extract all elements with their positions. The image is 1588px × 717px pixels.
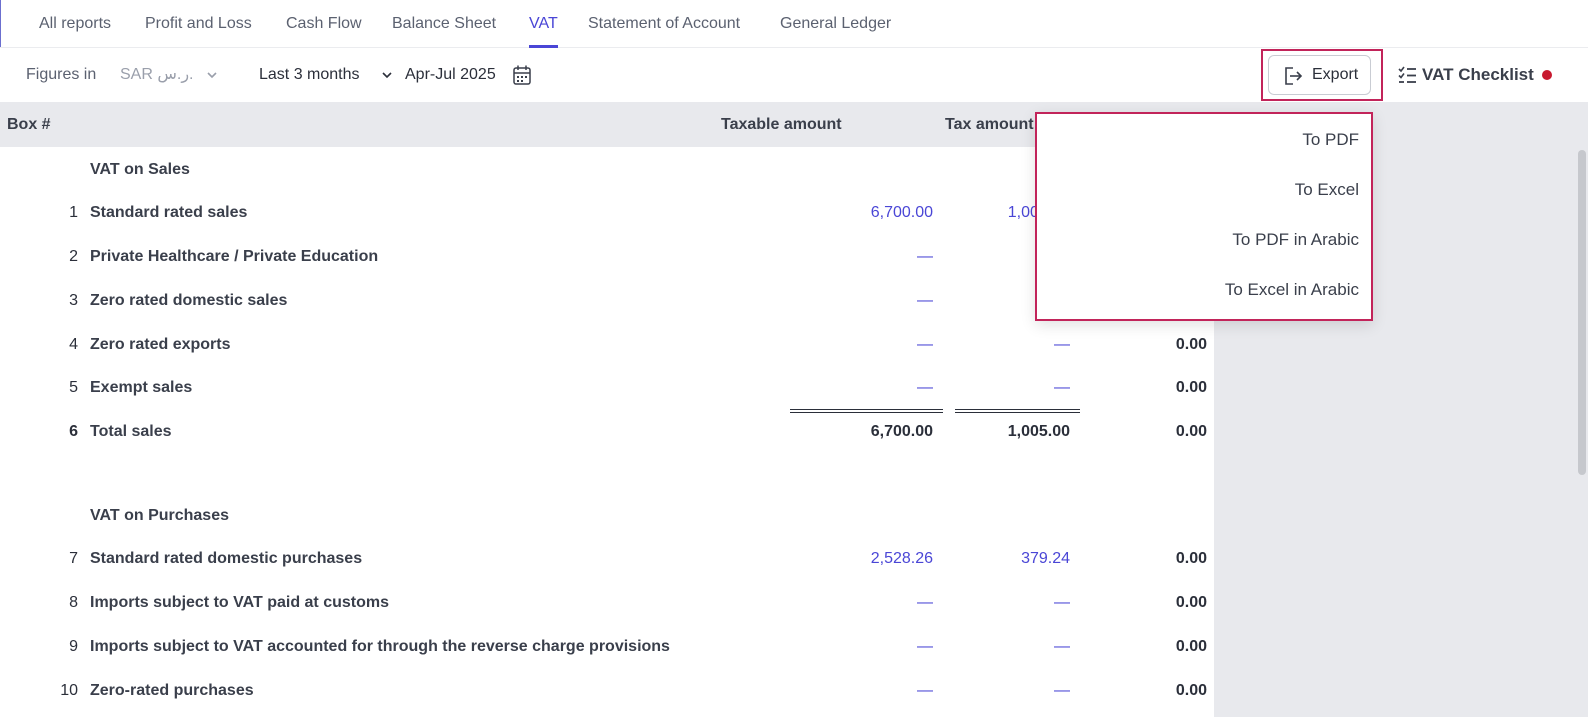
tab-all-reports[interactable]: All reports: [39, 0, 111, 48]
box-number: 7: [69, 550, 78, 567]
table-row: 2 Private Healthcare / Private Education…: [0, 235, 1214, 278]
row-description: Total sales: [90, 423, 172, 440]
table-row: 3 Zero rated domestic sales — —: [0, 279, 1214, 322]
box-number: 10: [60, 682, 78, 699]
export-to-excel[interactable]: To Excel: [1295, 165, 1359, 215]
tax-amount-link[interactable]: —: [945, 366, 1070, 409]
export-menu: To PDF To Excel To PDF in Arabic To Exce…: [1035, 112, 1373, 321]
scrollbar[interactable]: [1578, 150, 1586, 475]
taxable-amount-link[interactable]: —: [760, 323, 933, 366]
total-taxable-amount: 6,700.00: [870, 423, 933, 440]
date-range: Apr-Jul 2025: [405, 66, 496, 83]
taxable-amount-link[interactable]: —: [760, 625, 933, 668]
section-header-purchases: VAT on Purchases: [0, 494, 1214, 537]
row-description: Private Healthcare / Private Education: [90, 248, 379, 265]
report-tabs: All reports Profit and Loss Cash Flow Ba…: [0, 0, 1588, 48]
taxable-amount-link[interactable]: —: [760, 366, 933, 409]
adjustment-amount: 0.00: [1175, 379, 1207, 396]
table-header: Box # Taxable amount Tax amount: [0, 102, 1214, 147]
box-number: 1: [69, 204, 78, 221]
vat-checklist-label: VAT Checklist: [1422, 65, 1534, 84]
row-description: Exempt sales: [90, 379, 193, 396]
export-to-pdf-arabic[interactable]: To PDF in Arabic: [1232, 215, 1359, 265]
box-number: 6: [69, 423, 78, 440]
export-icon: [1285, 67, 1303, 85]
header-tax-amount: Tax amount: [945, 116, 1034, 133]
tab-vat[interactable]: VAT: [529, 0, 558, 48]
taxable-amount-link[interactable]: —: [760, 669, 933, 712]
alert-dot: [1542, 70, 1552, 80]
row-description: Standard rated domestic purchases: [90, 550, 363, 567]
box-number: 4: [69, 336, 78, 353]
taxable-amount-link[interactable]: 2,528.26: [760, 537, 933, 580]
taxable-amount-link[interactable]: 6,700.00: [760, 191, 933, 234]
box-number: 2: [69, 248, 78, 265]
header-box-number: Box #: [7, 116, 51, 133]
checklist-icon: [1398, 66, 1416, 83]
row-description: Zero rated exports: [90, 336, 231, 353]
box-number: 9: [69, 638, 78, 655]
table-row: 10 Zero-rated purchases — — 0.00: [0, 669, 1214, 712]
section-title: VAT on Purchases: [90, 507, 229, 524]
box-number: 3: [69, 292, 78, 309]
row-description: Imports subject to VAT accounted for thr…: [90, 638, 670, 655]
chevron-down-icon[interactable]: [206, 69, 218, 81]
table-row: 8 Imports subject to VAT paid at customs…: [0, 581, 1214, 624]
tax-amount-link[interactable]: —: [945, 323, 1070, 366]
header-taxable-amount: Taxable amount: [721, 116, 842, 133]
currency-select[interactable]: SAR ر.س.: [120, 48, 194, 102]
row-description: Zero rated domestic sales: [90, 292, 288, 309]
adjustment-amount: 0.00: [1175, 550, 1207, 567]
export-to-pdf[interactable]: To PDF: [1302, 115, 1359, 165]
row-description: Zero-rated purchases: [90, 682, 254, 699]
calendar-icon[interactable]: [512, 64, 532, 86]
adjustment-amount: 0.00: [1175, 336, 1207, 353]
section-title: VAT on Sales: [90, 161, 190, 178]
table-row: 9 Imports subject to VAT accounted for t…: [0, 625, 1214, 668]
export-button[interactable]: Export: [1268, 55, 1371, 95]
taxable-amount-link[interactable]: —: [760, 235, 933, 278]
export-to-excel-arabic[interactable]: To Excel in Arabic: [1225, 265, 1359, 315]
table-row: 4 Zero rated exports — — 0.00: [0, 323, 1214, 366]
tab-cash-flow[interactable]: Cash Flow: [286, 0, 362, 48]
tax-amount-link[interactable]: —: [945, 625, 1070, 668]
tab-statement-of-account[interactable]: Statement of Account: [588, 0, 740, 48]
total-row: 6 Total sales 6,700.00 1,005.00 0.00: [0, 410, 1214, 453]
period-select[interactable]: Last 3 months: [259, 48, 360, 102]
table-row: 5 Exempt sales — — 0.00: [0, 366, 1214, 409]
total-adjustment-amount: 0.00: [1175, 423, 1207, 440]
section-header-sales: VAT on Sales: [0, 148, 1214, 191]
total-tax-amount: 1,005.00: [1007, 423, 1070, 440]
adjustment-amount: 0.00: [1175, 682, 1207, 699]
adjustment-amount: 0.00: [1175, 594, 1207, 611]
chevron-down-icon[interactable]: [381, 69, 393, 81]
table-row: 7 Standard rated domestic purchases 2,52…: [0, 537, 1214, 580]
adjustment-amount: 0.00: [1175, 638, 1207, 655]
taxable-amount-link[interactable]: —: [760, 279, 933, 322]
tax-amount-link[interactable]: 379.24: [945, 537, 1070, 580]
figures-in-label: Figures in: [26, 66, 97, 83]
tax-amount-link[interactable]: —: [945, 669, 1070, 712]
table-row: 1 Standard rated sales 6,700.00 1,005.00: [0, 191, 1214, 234]
tab-general-ledger[interactable]: General Ledger: [780, 0, 891, 48]
box-number: 8: [69, 594, 78, 611]
tax-amount-link[interactable]: —: [945, 581, 1070, 624]
tab-profit-and-loss[interactable]: Profit and Loss: [145, 0, 252, 48]
row-description: Imports subject to VAT paid at customs: [90, 594, 389, 611]
taxable-amount-link[interactable]: —: [760, 581, 933, 624]
export-label: Export: [1312, 66, 1359, 83]
tab-balance-sheet[interactable]: Balance Sheet: [392, 0, 496, 48]
row-description: Standard rated sales: [90, 204, 248, 221]
box-number: 5: [69, 379, 78, 396]
